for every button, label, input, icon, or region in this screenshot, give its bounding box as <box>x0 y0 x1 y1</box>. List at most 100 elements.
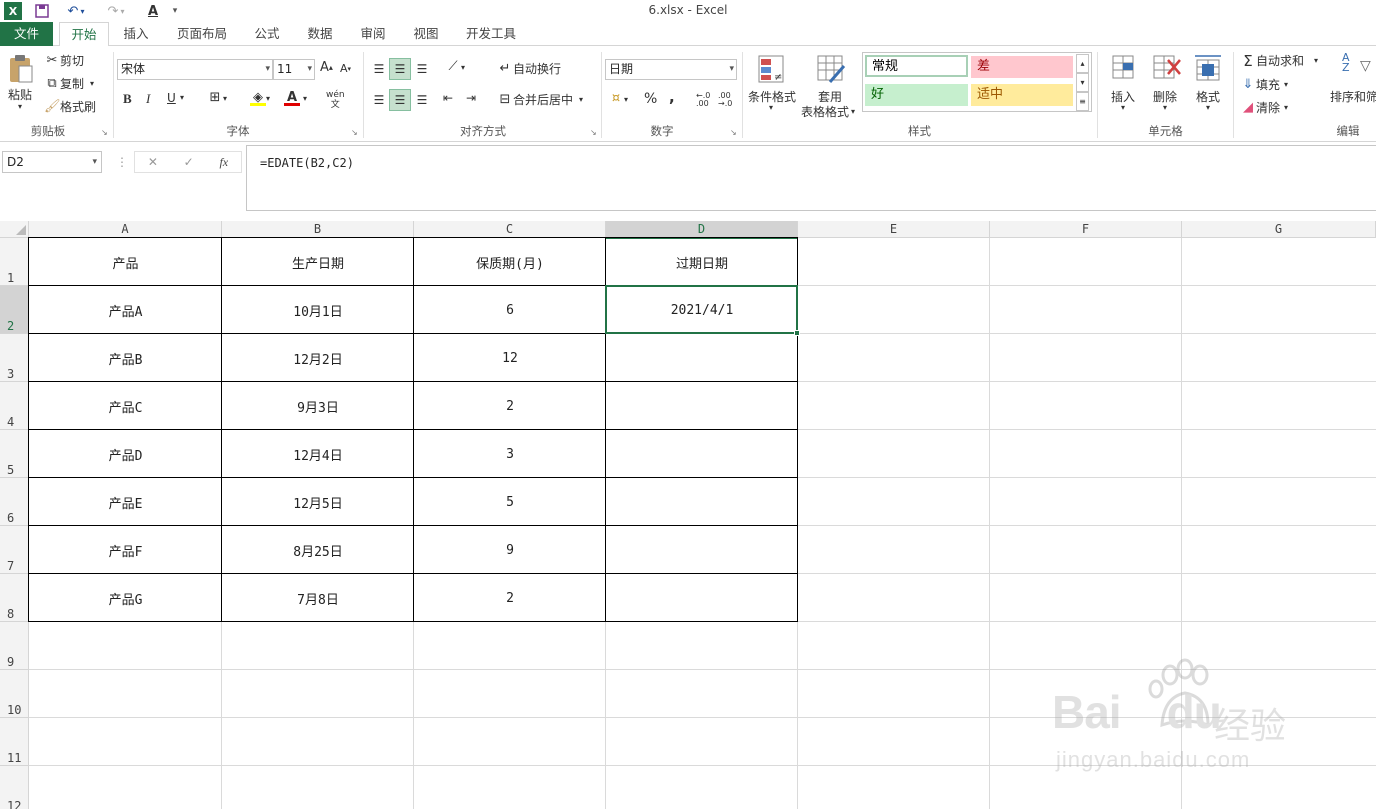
clear-button[interactable]: ◢ 清除 ▾ <box>1240 99 1288 116</box>
tab-formulas[interactable]: 公式 <box>246 22 288 46</box>
cell-c8[interactable]: 2 <box>414 574 606 622</box>
insert-cells-icon[interactable] <box>1111 54 1137 82</box>
row-header-9[interactable]: 9 <box>0 622 29 670</box>
tab-view[interactable]: 视图 <box>405 22 447 46</box>
font-launcher-icon[interactable]: ↘ <box>351 128 358 137</box>
format-painter-button[interactable]: 🖌 格式刷 <box>44 98 96 115</box>
cell-b3[interactable]: 12月2日 <box>222 334 414 382</box>
tab-file[interactable]: 文件 <box>0 22 53 46</box>
clipboard-launcher-icon[interactable]: ↘ <box>101 128 108 137</box>
cell-d7[interactable] <box>606 526 798 574</box>
align-center-icon[interactable]: ☰ <box>389 89 411 111</box>
accounting-format-button[interactable]: ¤ ▾ <box>608 91 628 107</box>
grow-font-icon[interactable]: A ▴ <box>320 60 333 75</box>
style-bad[interactable]: 差 <box>971 56 1073 78</box>
insert-function-icon[interactable]: fx <box>219 155 228 170</box>
format-as-table-button[interactable]: 表格格式 ▾ <box>801 103 855 120</box>
column-header-a[interactable]: A <box>29 221 222 238</box>
font-name-select[interactable]: 宋体 ▾ <box>117 59 273 80</box>
gallery-scroll-down-icon[interactable]: ▾ <box>1076 73 1089 92</box>
cell-b1[interactable]: 生产日期 <box>222 238 414 286</box>
sort-filter-icon[interactable]: AZ <box>1342 52 1350 73</box>
tab-page-layout[interactable]: 页面布局 <box>170 22 234 46</box>
cut-button[interactable]: ✂ 剪切 <box>44 52 84 69</box>
comma-button[interactable]: , <box>669 88 675 106</box>
cell-d5[interactable] <box>606 430 798 478</box>
align-right-icon[interactable]: ☰ <box>412 89 432 111</box>
cell-d4[interactable] <box>606 382 798 430</box>
cell-c5[interactable]: 3 <box>414 430 606 478</box>
chevron-down-icon[interactable]: ▾ <box>1163 103 1167 112</box>
cell-b8[interactable]: 7月8日 <box>222 574 414 622</box>
column-header-c[interactable]: C <box>414 221 606 238</box>
select-all-button[interactable] <box>0 221 29 238</box>
gallery-scroll-up-icon[interactable]: ▴ <box>1076 54 1089 73</box>
cell-b7[interactable]: 8月25日 <box>222 526 414 574</box>
number-format-select[interactable]: 日期 ▾ <box>605 59 737 80</box>
fill-button[interactable]: ⇓ 填充 ▾ <box>1240 76 1288 93</box>
cell-a8[interactable]: 产品G <box>29 574 222 622</box>
cell-a1[interactable]: 产品 <box>29 238 222 286</box>
formula-input[interactable]: =EDATE(B2,C2) <box>246 145 1376 211</box>
orientation-button[interactable]: ⟋ ▾ <box>445 59 465 75</box>
tab-review[interactable]: 审阅 <box>352 22 394 46</box>
row-header-5[interactable]: 5 <box>0 430 29 478</box>
style-neutral[interactable]: 适中 <box>971 84 1073 106</box>
paste-dropdown-icon[interactable]: ▾ <box>18 102 22 111</box>
row-header-12[interactable]: 12 <box>0 766 29 809</box>
row-header-2[interactable]: 2 <box>0 286 29 334</box>
format-cells-icon[interactable] <box>1193 52 1223 82</box>
name-box[interactable]: D2 ▾ <box>2 151 102 173</box>
tab-home[interactable]: 开始 <box>59 22 109 47</box>
paste-button[interactable]: 粘贴 <box>8 86 32 103</box>
column-header-b[interactable]: B <box>222 221 414 238</box>
fill-handle[interactable] <box>794 330 800 336</box>
row-header-11[interactable]: 11 <box>0 718 29 766</box>
align-middle-icon[interactable]: ☰ <box>389 58 411 80</box>
column-header-e[interactable]: E <box>798 221 990 238</box>
font-size-select[interactable]: 11 ▾ <box>273 59 315 80</box>
align-bottom-icon[interactable]: ☰ <box>412 58 432 80</box>
italic-button[interactable]: I <box>146 91 150 107</box>
copy-button[interactable]: ⧉ 复制 ▾ <box>44 75 94 92</box>
conditional-format-icon[interactable]: ≠ <box>757 54 785 84</box>
font-color-button[interactable]: A ▾ <box>284 90 307 106</box>
increase-decimal-icon[interactable]: ←.0.00 <box>696 92 710 108</box>
cell-b4[interactable]: 9月3日 <box>222 382 414 430</box>
row-header-7[interactable]: 7 <box>0 526 29 574</box>
underline-button[interactable]: U <box>167 91 176 105</box>
cancel-icon[interactable]: ✕ <box>148 155 158 169</box>
cell-c3[interactable]: 12 <box>414 334 606 382</box>
cell-a7[interactable]: 产品F <box>29 526 222 574</box>
cell-c7[interactable]: 9 <box>414 526 606 574</box>
number-launcher-icon[interactable]: ↘ <box>730 128 737 137</box>
fill-color-button[interactable]: ◈ ▾ <box>250 90 270 106</box>
decrease-decimal-icon[interactable]: .00 →.0 <box>718 92 732 108</box>
cell-c2[interactable]: 6 <box>414 286 606 334</box>
chevron-down-icon[interactable]: ▾ <box>1206 103 1210 112</box>
cell-a5[interactable]: 产品D <box>29 430 222 478</box>
cell-c1[interactable]: 保质期(月) <box>414 238 606 286</box>
chevron-down-icon[interactable]: ▾ <box>1121 103 1125 112</box>
delete-cells-icon[interactable] <box>1152 54 1182 82</box>
chevron-down-icon[interactable]: ▾ <box>769 103 773 112</box>
paste-icon[interactable] <box>6 54 36 84</box>
underline-dropdown-icon[interactable]: ▾ <box>180 93 184 102</box>
row-header-6[interactable]: 6 <box>0 478 29 526</box>
filter-funnel-icon[interactable]: ▽ <box>1360 58 1371 74</box>
cell-d6[interactable] <box>606 478 798 526</box>
shrink-font-icon[interactable]: A ▾ <box>340 62 351 75</box>
cell-c6[interactable]: 5 <box>414 478 606 526</box>
row-header-3[interactable]: 3 <box>0 334 29 382</box>
cell-a6[interactable]: 产品E <box>29 478 222 526</box>
row-header-4[interactable]: 4 <box>0 382 29 430</box>
cell-d8[interactable] <box>606 574 798 622</box>
column-header-g[interactable]: G <box>1182 221 1376 238</box>
decrease-indent-icon[interactable]: ⇤ <box>443 91 453 105</box>
gallery-more-icon[interactable]: ≡ <box>1076 92 1089 111</box>
cell-b6[interactable]: 12月5日 <box>222 478 414 526</box>
borders-button[interactable]: ⊞ ▾ <box>207 90 227 106</box>
bold-button[interactable]: B <box>123 91 132 107</box>
align-top-icon[interactable]: ☰ <box>369 58 389 80</box>
style-good[interactable]: 好 <box>865 84 968 106</box>
